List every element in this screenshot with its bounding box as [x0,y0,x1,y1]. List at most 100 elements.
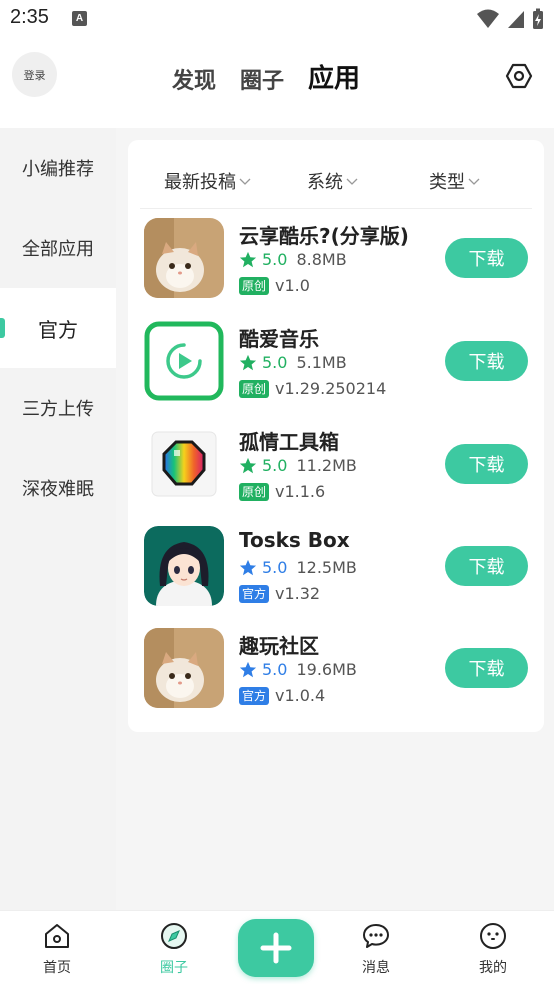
filter-bar: 最新投稿 系统 类型 [128,160,544,202]
star-icon [239,457,257,473]
official-tag-badge: 官方 [239,584,270,603]
music-play-icon [144,321,224,401]
tab-apps[interactable]: 应用 [308,58,360,95]
chevron-down-icon [239,178,251,185]
create-post-button[interactable] [238,919,314,977]
app-size: 11.2MB [296,456,357,475]
app-rating: 5.0 [262,456,288,475]
settings-hexagon-icon[interactable] [505,62,533,90]
nav-profile[interactable]: 我的 [453,911,533,984]
top-tabs: 发现 圈子 应用 [172,58,360,95]
app-meta: 5.0 8.8MB [239,250,347,269]
rainbow-gem-icon [144,424,224,504]
sidebar-item-editor-picks[interactable]: 小编推荐 [0,128,116,208]
app-rating: 5.0 [262,250,288,269]
app-name: 云享酷乐?(分享版) [239,224,409,248]
login-button[interactable]: 登录 [12,52,57,97]
app-meta: 5.0 5.1MB [239,353,347,372]
signal-icon [508,11,524,28]
notification-a-icon: A [72,11,87,26]
nav-circle[interactable]: 圈子 [134,911,214,984]
app-rating: 5.0 [262,558,288,577]
app-version: v1.32 [275,584,321,603]
filter-latest[interactable]: 最新投稿 [164,168,251,194]
wifi-icon [477,9,499,28]
app-version: v1.0.4 [275,686,326,705]
app-name: Tosks Box [239,528,350,552]
filter-type[interactable]: 类型 [429,168,480,194]
app-list-card: 最新投稿 系统 类型 云享酷乐?(分享版) 5.0 8.8MB 原创 v1.0 … [128,140,544,732]
app-version-line: 原创 v1.1.6 [239,482,325,501]
compass-icon [161,923,187,949]
chevron-down-icon [346,178,358,185]
sidebar-item-late-night[interactable]: 深夜难眠 [0,448,116,528]
nav-label: 我的 [479,960,507,976]
chat-icon [363,924,389,948]
chevron-down-icon [468,178,480,185]
cat-photo-icon [144,628,224,708]
sidebar-item-all-apps[interactable]: 全部应用 [0,208,116,288]
download-button[interactable]: 下载 [445,444,528,484]
nav-label: 首页 [43,960,71,976]
star-icon [239,251,257,267]
app-size: 5.1MB [296,353,347,372]
sidebar-item-third-party[interactable]: 三方上传 [0,368,116,448]
star-icon [239,354,257,370]
app-meta: 5.0 11.2MB [239,456,357,475]
category-sidebar: 小编推荐 全部应用 官方 三方上传 深夜难眠 [0,128,116,910]
app-list-item[interactable]: 趣玩社区 5.0 19.6MB 官方 v1.0.4 下载 [128,626,544,726]
tab-circle[interactable]: 圈子 [240,63,284,95]
filter-system[interactable]: 系统 [307,168,358,194]
original-tag-badge: 原创 [239,276,270,295]
app-name: 趣玩社区 [239,634,319,658]
app-list-item[interactable]: 酷爱音乐 5.0 5.1MB 原创 v1.29.250214 下载 [128,319,544,419]
nav-messages[interactable]: 消息 [336,911,416,984]
app-list-item[interactable]: Tosks Box 5.0 12.5MB 官方 v1.32 下载 [128,524,544,624]
header: 登录 发现 圈子 应用 [0,38,554,128]
status-time: 2:35 [10,6,49,28]
app-size: 8.8MB [296,250,347,269]
app-size: 19.6MB [296,660,357,679]
app-rating: 5.0 [262,660,288,679]
original-tag-badge: 原创 [239,482,270,501]
official-tag-badge: 官方 [239,686,270,705]
app-version-line: 官方 v1.0.4 [239,686,325,705]
app-size: 12.5MB [296,558,357,577]
app-rating: 5.0 [262,353,288,372]
status-bar: 2:35 A [0,0,554,38]
nav-label: 消息 [362,960,390,976]
star-icon [239,559,257,575]
app-version: v1.0 [275,276,310,295]
app-version-line: 官方 v1.32 [239,584,320,603]
tab-discover[interactable]: 发现 [172,63,216,95]
home-icon [45,924,69,948]
anime-girl-icon [144,526,224,606]
profile-face-icon [480,923,506,949]
app-list-item[interactable]: 孤情工具箱 5.0 11.2MB 原创 v1.1.6 下载 [128,422,544,522]
nav-label: 圈子 [160,960,188,976]
app-name: 孤情工具箱 [239,430,339,454]
app-meta: 5.0 19.6MB [239,660,357,679]
app-version-line: 原创 v1.0 [239,276,310,295]
cat-photo-icon [144,218,224,298]
nav-home[interactable]: 首页 [17,911,97,984]
app-meta: 5.0 12.5MB [239,558,357,577]
app-name: 酷爱音乐 [239,327,319,351]
download-button[interactable]: 下载 [445,341,528,381]
status-icons [476,8,544,30]
app-version-line: 原创 v1.29.250214 [239,379,386,398]
app-version: v1.29.250214 [275,379,387,398]
plus-icon [260,932,292,964]
download-button[interactable]: 下载 [445,546,528,586]
filter-label: 最新投稿 [164,172,236,193]
star-icon [239,661,257,677]
app-version: v1.1.6 [275,482,326,501]
download-button[interactable]: 下载 [445,238,528,278]
filter-label: 系统 [307,172,343,193]
sidebar-item-official[interactable]: 官方 [0,288,116,368]
app-list-item[interactable]: 云享酷乐?(分享版) 5.0 8.8MB 原创 v1.0 下载 [128,216,544,316]
download-button[interactable]: 下载 [445,648,528,688]
divider [140,208,532,209]
bottom-nav: 首页 圈子 消息 我的 [0,910,554,984]
original-tag-badge: 原创 [239,379,270,398]
